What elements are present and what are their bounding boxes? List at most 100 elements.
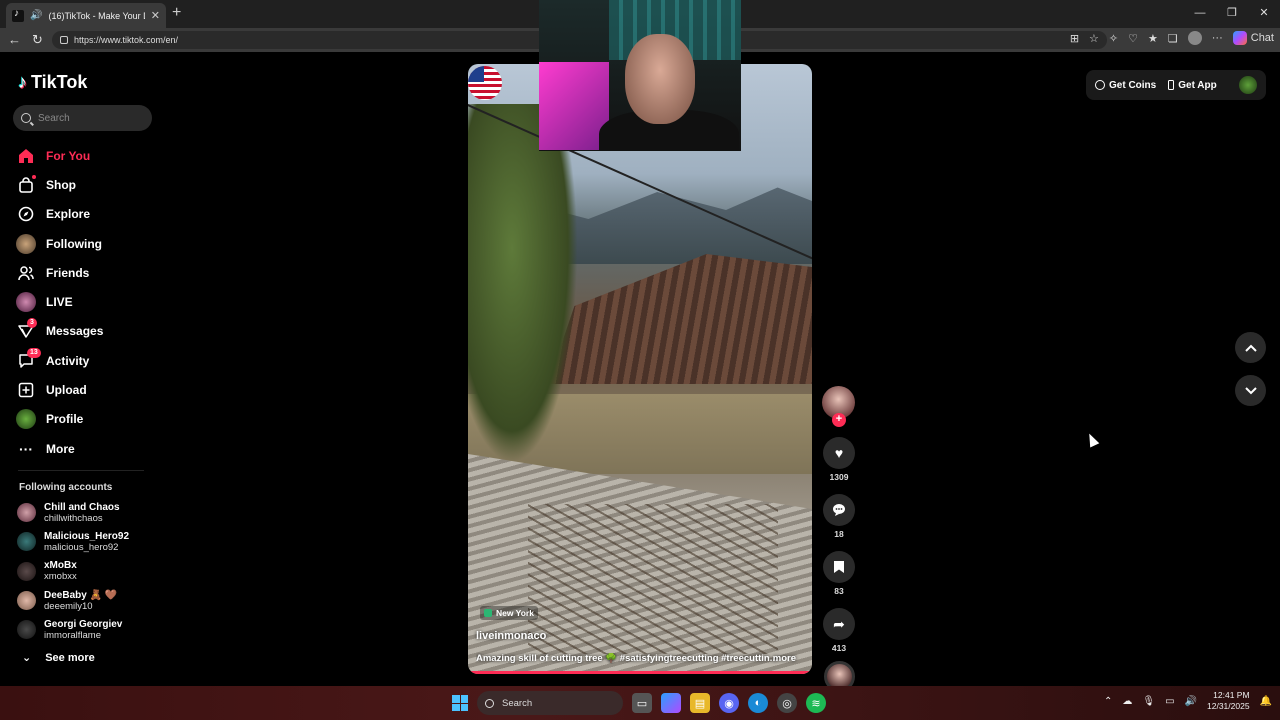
tiktok-favicon-icon: [12, 8, 24, 22]
app-icon[interactable]: ⊞: [1070, 32, 1079, 45]
bookmark-icon[interactable]: [823, 551, 855, 583]
close-tab-icon[interactable]: ✕: [151, 9, 160, 22]
video-progress-bar[interactable]: [468, 671, 812, 674]
clock-date: 12/31/2025: [1207, 701, 1250, 711]
account-handle: deeemily10: [44, 600, 93, 612]
video-player[interactable]: New York liveinmonaco Amazing skill of c…: [468, 64, 812, 674]
nav-more[interactable]: ··· More: [16, 434, 156, 463]
back-icon[interactable]: ←: [8, 32, 21, 47]
following-account[interactable]: DeeBaby 🧸 🤎 deeemily10: [17, 586, 157, 615]
task-view-icon[interactable]: ▭: [632, 693, 652, 713]
compass-icon: [16, 204, 36, 224]
nav-label: Friends: [46, 265, 90, 280]
nav-following[interactable]: Following: [16, 229, 156, 258]
extensions-icon[interactable]: ✧: [1109, 32, 1118, 45]
friends-icon: [16, 263, 36, 283]
collections-icon[interactable]: ❏: [1168, 32, 1178, 45]
nav-live[interactable]: LIVE: [16, 287, 156, 316]
notification-bell-icon[interactable]: 🔔: [1260, 696, 1272, 707]
following-account[interactable]: xMoBx xmobxx: [17, 557, 157, 586]
microphone-icon[interactable]: 🎙: [1142, 696, 1155, 707]
nav-for-you[interactable]: For You: [16, 141, 156, 170]
file-explorer-icon[interactable]: ▤: [690, 693, 710, 713]
caption-more-button[interactable]: more: [773, 653, 796, 664]
nav-label: For You: [46, 148, 91, 163]
nav-upload[interactable]: Upload: [16, 375, 156, 404]
comment-action: 18: [821, 494, 857, 541]
following-avatar-icon: [16, 233, 36, 254]
nav-friends[interactable]: Friends: [16, 258, 156, 287]
nav-label: Shop: [46, 177, 76, 192]
save-count: 83: [834, 586, 844, 596]
minimize-icon[interactable]: —: [1184, 0, 1216, 28]
spotify-icon[interactable]: ≋: [806, 693, 826, 713]
video-tree: [468, 104, 578, 464]
volume-icon[interactable]: 🔊: [1185, 696, 1197, 707]
comment-icon[interactable]: [823, 494, 855, 526]
refresh-icon[interactable]: ↻: [32, 32, 43, 48]
browser-essentials-icon[interactable]: ♡: [1128, 32, 1138, 45]
location-tag[interactable]: New York: [480, 606, 538, 620]
nav-label: Activity: [46, 353, 90, 368]
discord-icon[interactable]: ◉: [719, 693, 739, 713]
share-icon[interactable]: ➦: [823, 608, 855, 640]
nav-label: LIVE: [46, 295, 73, 310]
clock[interactable]: 12:41 PM 12/31/2025: [1207, 690, 1250, 712]
tab-title: (16)TikTok - Make Your Day: [48, 10, 144, 21]
copilot-icon[interactable]: [661, 693, 681, 713]
follow-plus-icon[interactable]: +: [832, 413, 846, 427]
location-label: New York: [496, 608, 534, 618]
favorite-star-icon[interactable]: ☆: [1089, 32, 1099, 45]
account-handle: xmobxx: [44, 571, 77, 583]
maximize-icon[interactable]: ❐: [1216, 0, 1248, 28]
account-handle: malicious_hero92: [44, 541, 119, 553]
taskbar-search[interactable]: Search: [477, 691, 623, 715]
show-hidden-icons-icon[interactable]: ⌃: [1104, 696, 1112, 707]
edge-icon[interactable]: ◐: [748, 693, 768, 713]
tiktok-logo[interactable]: ♪ TikTok: [18, 72, 87, 93]
favorites-icon[interactable]: ★: [1148, 32, 1158, 45]
copilot-chat-button[interactable]: Chat: [1232, 31, 1274, 45]
see-more-button[interactable]: ⌄ See more: [22, 651, 95, 665]
nav-messages[interactable]: 3 Messages: [16, 317, 156, 346]
webcam-overlay: [539, 0, 741, 151]
following-account[interactable]: Chill and Chaos chillwithchaos: [17, 498, 157, 527]
nav-activity[interactable]: 13 Activity: [16, 346, 156, 375]
creator-avatar[interactable]: +: [822, 386, 855, 427]
browser-profile-avatar[interactable]: [1187, 31, 1202, 45]
windows-start-icon[interactable]: [452, 695, 468, 711]
network-icon[interactable]: ▭: [1165, 696, 1174, 707]
mouse-cursor-icon: [1084, 431, 1100, 448]
nav-label: Messages: [46, 324, 104, 339]
avatar: [17, 620, 36, 640]
search-input[interactable]: Search: [13, 105, 152, 131]
previous-video-button[interactable]: [1235, 332, 1266, 363]
onedrive-icon[interactable]: ☁: [1122, 696, 1132, 707]
heart-icon[interactable]: ♥: [823, 437, 855, 469]
get-app-button[interactable]: Get App: [1168, 80, 1217, 91]
get-coins-label: Get Coins: [1109, 79, 1157, 91]
plus-square-icon: [16, 380, 36, 400]
ellipsis-icon: ···: [19, 440, 33, 457]
obs-icon[interactable]: ◎: [777, 693, 797, 713]
nav-label: Upload: [46, 383, 87, 398]
get-coins-button[interactable]: Get Coins: [1095, 80, 1156, 91]
next-video-button[interactable]: [1235, 375, 1266, 406]
shop-notification-dot: [32, 174, 36, 179]
browser-tab[interactable]: 🔊 (16)TikTok - Make Your Day ✕: [6, 3, 166, 28]
more-options-icon[interactable]: ···: [1212, 32, 1223, 44]
nav-shop[interactable]: Shop: [16, 170, 156, 199]
following-account[interactable]: Georgi Georgiev immoralflame: [17, 615, 157, 644]
tiktok-note-icon: ♪: [18, 72, 27, 92]
speaker-icon[interactable]: 🔊: [30, 10, 42, 21]
following-account[interactable]: Malicious_Hero92 malicious_hero92: [17, 527, 157, 556]
user-avatar[interactable]: [1239, 76, 1257, 94]
close-window-icon[interactable]: ✕: [1248, 0, 1280, 28]
video-caption: Amazing skill of cutting tree 🌳 #satisfy…: [476, 653, 806, 664]
like-action: ♥ 1309: [821, 437, 857, 484]
sidebar: ♪ TikTok Search For You Shop Explore Fol…: [0, 52, 160, 686]
nav-explore[interactable]: Explore: [16, 200, 156, 229]
new-tab-icon[interactable]: +: [172, 4, 181, 22]
video-username[interactable]: liveinmonaco: [476, 630, 546, 642]
nav-profile[interactable]: Profile: [16, 405, 156, 434]
